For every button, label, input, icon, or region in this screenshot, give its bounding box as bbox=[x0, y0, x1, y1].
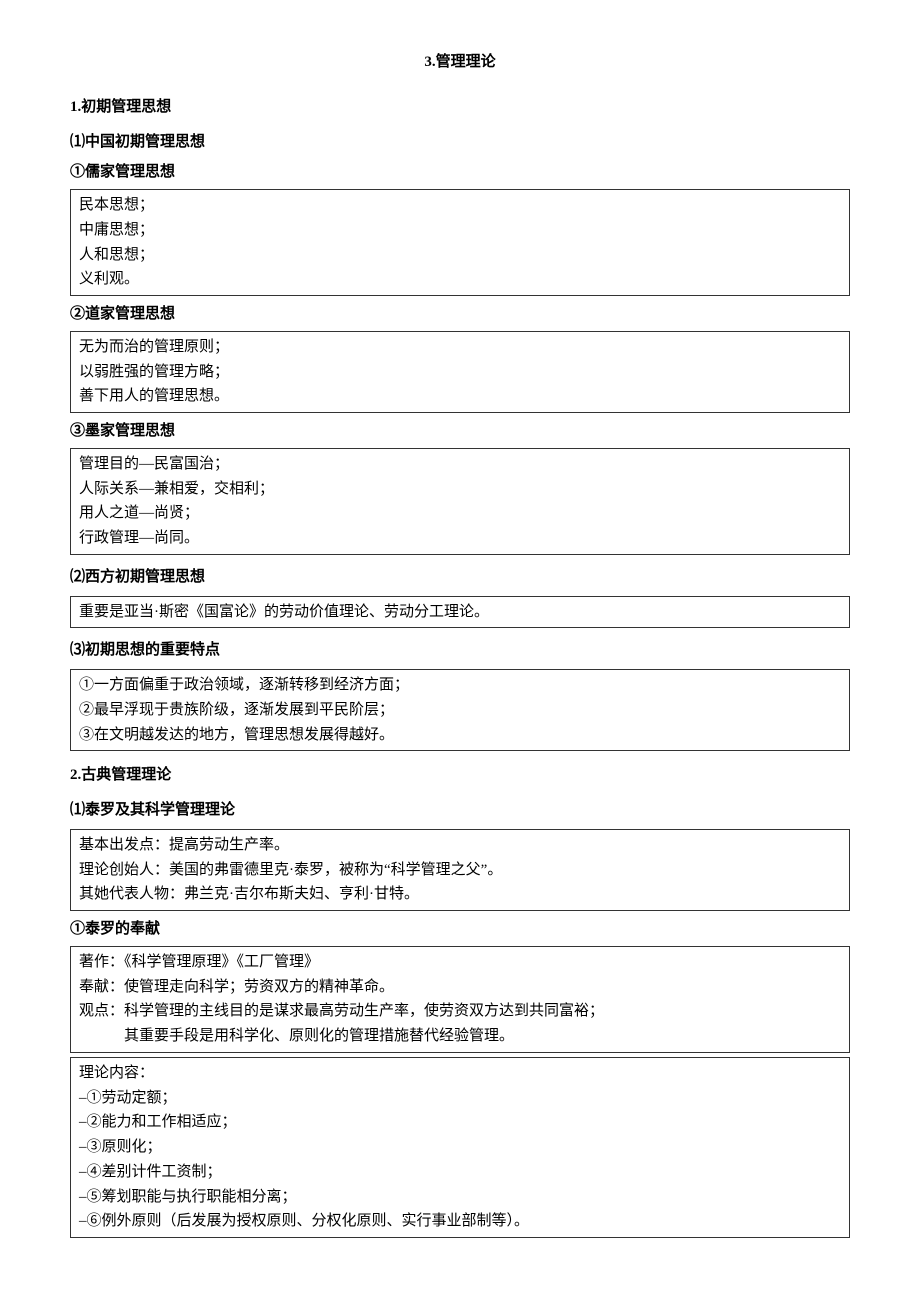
text-line: 理论内容： bbox=[79, 1061, 841, 1086]
section-1-1-heading: ⑴中国初期管理思想 bbox=[70, 130, 850, 155]
box-features: ①一方面偏重于政治领域，逐渐转移到经济方面； ②最早浮现于贵族阶级，逐渐发展到平… bbox=[70, 669, 850, 751]
text-line: 中庸思想； bbox=[79, 218, 841, 243]
section-2-1-heading: ⑴泰罗及其科学管理理论 bbox=[70, 798, 850, 823]
text-line: 观点：科学管理的主线目的是谋求最高劳动生产率，使劳资双方达到共同富裕； bbox=[79, 999, 841, 1024]
text-line: 基本出发点：提高劳动生产率。 bbox=[79, 833, 841, 858]
text-line: –⑥例外原则（后发展为授权原则、分权化原则、实行事业部制等）。 bbox=[79, 1209, 841, 1234]
text-line: 其重要手段是用科学化、原则化的管理措施替代经验管理。 bbox=[79, 1024, 841, 1049]
text-line: 重要是亚当·斯密《国富论》的劳动价值理论、劳动分工理论。 bbox=[79, 600, 841, 625]
box-western: 重要是亚当·斯密《国富论》的劳动价值理论、劳动分工理论。 bbox=[70, 596, 850, 629]
text-line: 无为而治的管理原则； bbox=[79, 335, 841, 360]
text-line: –①劳动定额； bbox=[79, 1086, 841, 1111]
text-line: 人际关系—兼相爱，交相利； bbox=[79, 477, 841, 502]
text-line: ③在文明越发达的地方，管理思想发展得越好。 bbox=[79, 723, 841, 748]
text-line: 奉献：使管理走向科学；劳资双方的精神革命。 bbox=[79, 975, 841, 1000]
text-line: –⑤筹划职能与执行职能相分离； bbox=[79, 1185, 841, 1210]
text-line: ①一方面偏重于政治领域，逐渐转移到经济方面； bbox=[79, 673, 841, 698]
section-1-1-a-heading: ①儒家管理思想 bbox=[70, 160, 850, 185]
box-taylor-contrib: 著作：《科学管理原理》《工厂管理》 奉献：使管理走向科学；劳资双方的精神革命。 … bbox=[70, 946, 850, 1053]
text-line: ②最早浮现于贵族阶级，逐渐发展到平民阶层； bbox=[79, 698, 841, 723]
text-line: 以弱胜强的管理方略； bbox=[79, 360, 841, 385]
box-taylor-intro: 基本出发点：提高劳动生产率。 理论创始人：美国的弗雷德里克·泰罗，被称为“科学管… bbox=[70, 829, 850, 911]
text-line: 人和思想； bbox=[79, 243, 841, 268]
text-line: 行政管理—尚同。 bbox=[79, 526, 841, 551]
text-line: 其她代表人物：弗兰克·吉尔布斯夫妇、亨利·甘特。 bbox=[79, 882, 841, 907]
text-line: 义利观。 bbox=[79, 267, 841, 292]
text-line: 用人之道—尚贤； bbox=[79, 501, 841, 526]
text-line: –②能力和工作相适应； bbox=[79, 1110, 841, 1135]
section-1-1-b-heading: ②道家管理思想 bbox=[70, 302, 850, 327]
text-line: 著作：《科学管理原理》《工厂管理》 bbox=[79, 950, 841, 975]
text-line: 管理目的—民富国治； bbox=[79, 452, 841, 477]
text-line: 理论创始人：美国的弗雷德里克·泰罗，被称为“科学管理之父”。 bbox=[79, 858, 841, 883]
box-mohist: 管理目的—民富国治； 人际关系—兼相爱，交相利； 用人之道—尚贤； 行政管理—尚… bbox=[70, 448, 850, 555]
box-taylor-theory: 理论内容： –①劳动定额； –②能力和工作相适应； –③原则化； –④差别计件工… bbox=[70, 1057, 850, 1238]
text-line: 民本思想； bbox=[79, 193, 841, 218]
text-line: –④差别计件工资制； bbox=[79, 1160, 841, 1185]
page-title: 3.管理理论 bbox=[70, 50, 850, 75]
section-1-1-c-heading: ③墨家管理思想 bbox=[70, 419, 850, 444]
box-taoist: 无为而治的管理原则； 以弱胜强的管理方略； 善下用人的管理思想。 bbox=[70, 331, 850, 413]
section-1-3-heading: ⑶初期思想的重要特点 bbox=[70, 638, 850, 663]
text-line: 善下用人的管理思想。 bbox=[79, 384, 841, 409]
section-2-heading: 2.古典管理理论 bbox=[70, 763, 850, 788]
section-2-1-a-heading: ①泰罗的奉献 bbox=[70, 917, 850, 942]
box-confucian: 民本思想； 中庸思想； 人和思想； 义利观。 bbox=[70, 189, 850, 296]
section-1-2-heading: ⑵西方初期管理思想 bbox=[70, 565, 850, 590]
section-1-heading: 1.初期管理思想 bbox=[70, 95, 850, 120]
text-line: –③原则化； bbox=[79, 1135, 841, 1160]
